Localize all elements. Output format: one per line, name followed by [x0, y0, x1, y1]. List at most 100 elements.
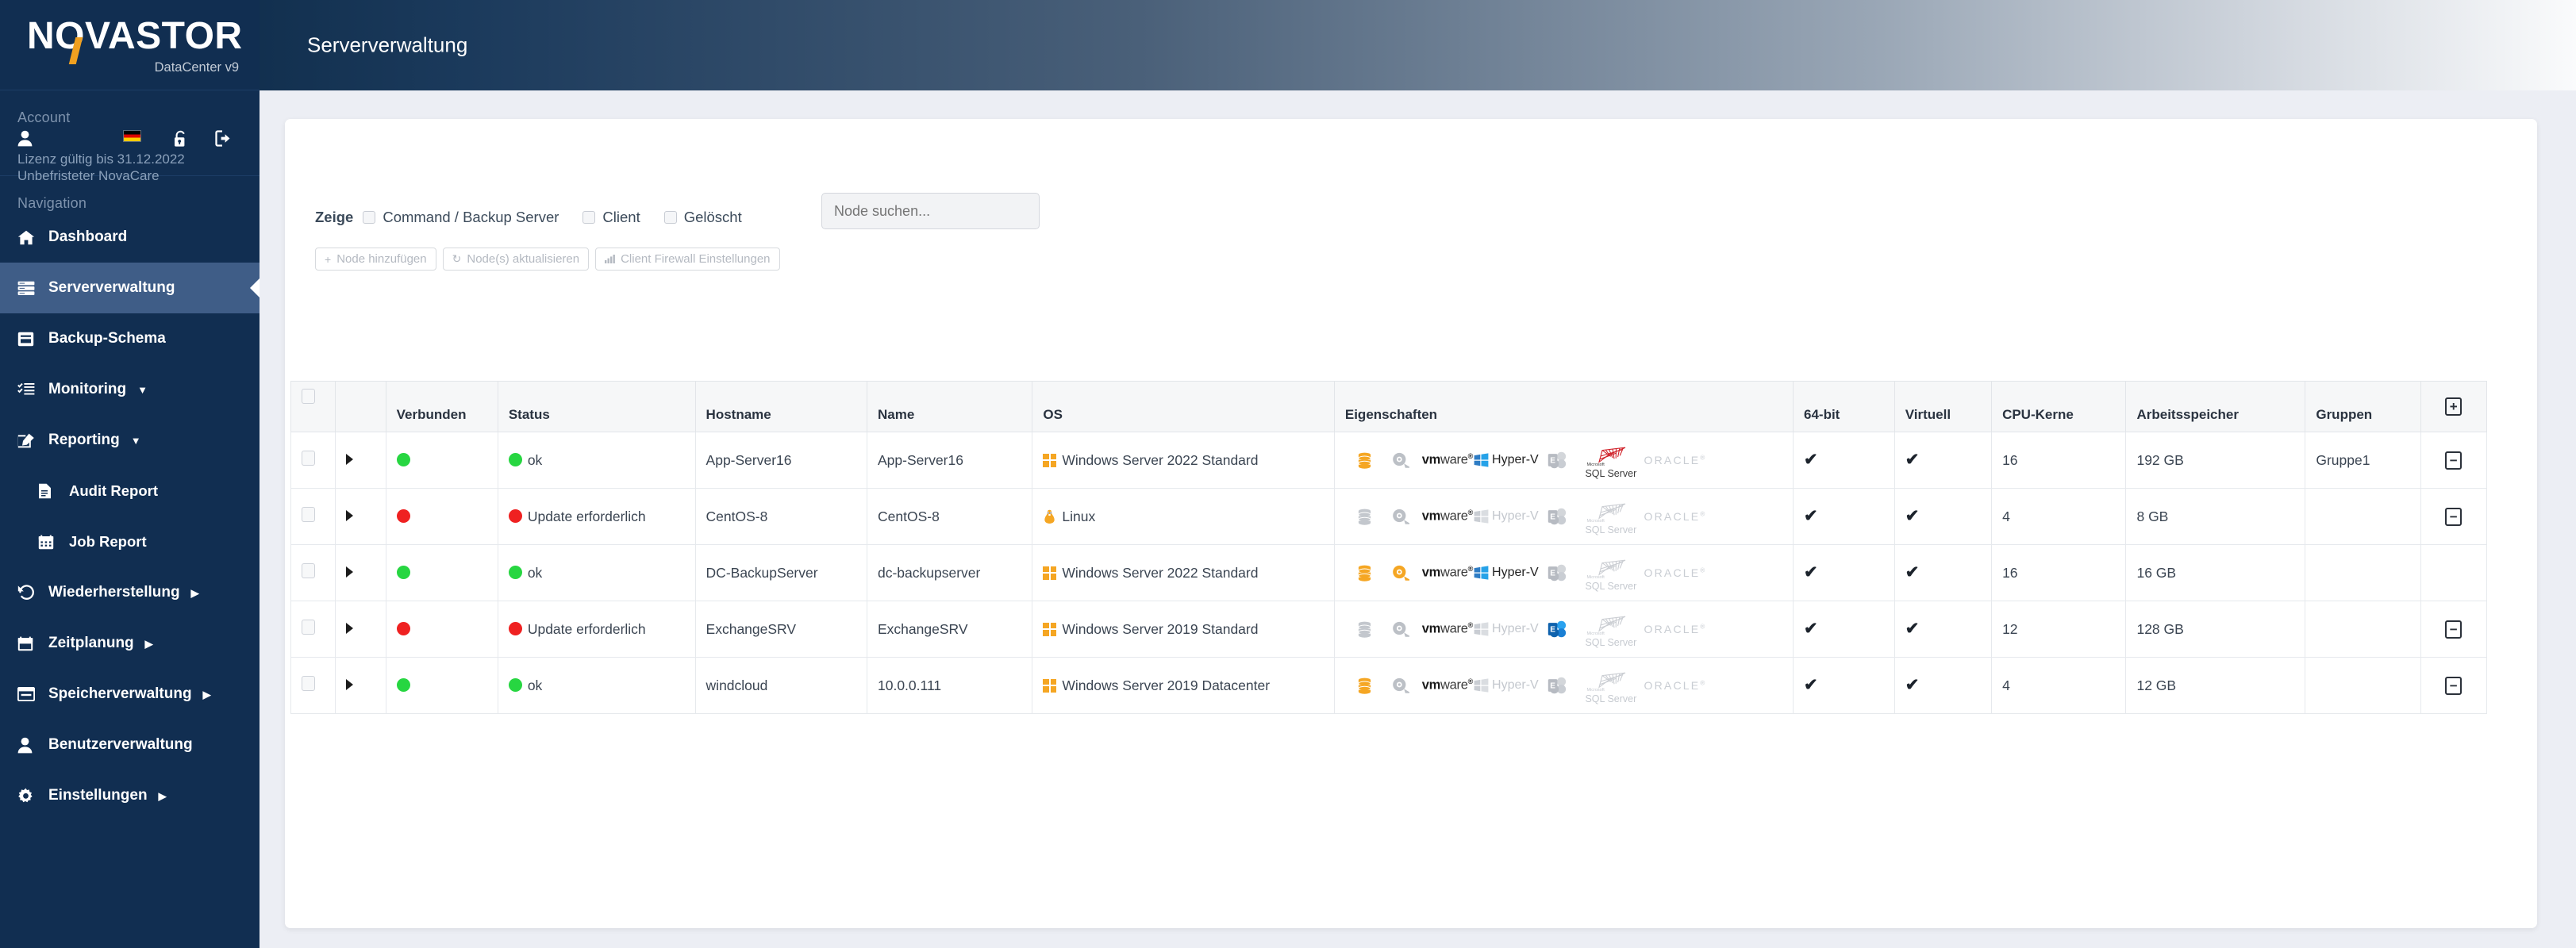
row-expand-cell[interactable] — [335, 432, 386, 489]
exchange-logo[interactable]: E — [1537, 620, 1578, 638]
row-select-checkbox-cell[interactable] — [290, 432, 336, 489]
sidebar-item-monitoring[interactable]: Monitoring ▼ — [0, 364, 260, 415]
checkbox-icon[interactable] — [302, 676, 315, 691]
chevron-right-icon[interactable] — [346, 678, 354, 690]
header-memory[interactable]: Arbeitsspeicher — [2125, 381, 2306, 432]
sqlserver-logo[interactable]: Microsoft SQL Server — [1578, 612, 1644, 647]
sidebar-item-speicherverwaltung[interactable]: Speicherverwaltung ▶ — [0, 669, 260, 720]
sidebar-item-zeitplanung[interactable]: Zeitplanung ▶ — [0, 618, 260, 669]
cell-row-action[interactable]: − — [2420, 601, 2488, 658]
logout-icon[interactable] — [215, 130, 233, 151]
row-select-checkbox-cell[interactable] — [290, 544, 336, 601]
refresh-nodes-button[interactable]: ↻ Node(s) aktualisieren — [442, 248, 590, 271]
minus-box-icon[interactable]: − — [2445, 507, 2463, 526]
add-node-button[interactable]: + Node hinzufügen — [315, 248, 436, 271]
chevron-right-icon[interactable]: ▶ — [145, 639, 153, 649]
filter-client[interactable]: Client — [582, 209, 640, 226]
cell-row-action[interactable]: − — [2420, 657, 2488, 714]
vmware-logo[interactable]: vmware® — [1420, 509, 1475, 524]
plus-box-icon[interactable]: + — [2445, 397, 2463, 416]
cell-row-action[interactable]: − — [2420, 432, 2488, 489]
row-select-checkbox-cell[interactable] — [290, 657, 336, 714]
magnifier-icon[interactable] — [1383, 677, 1420, 693]
header-virtual[interactable]: Virtuell — [1894, 381, 1993, 432]
header-status[interactable]: Status — [497, 381, 696, 432]
checkbox-icon[interactable] — [302, 507, 315, 522]
checkbox-icon[interactable] — [302, 620, 315, 635]
checkbox-icon[interactable] — [363, 211, 376, 224]
sqlserver-logo[interactable]: Microsoft SQL Server — [1578, 556, 1644, 591]
add-column-icon[interactable]: + — [2420, 381, 2488, 432]
chevron-right-icon[interactable]: ▶ — [203, 689, 211, 700]
table-row[interactable]: Update erforderlich ExchangeSRV Exchange… — [290, 601, 2488, 658]
sidebar-item-dashboard[interactable]: Dashboard — [0, 212, 260, 263]
header-connected[interactable]: Verbunden — [385, 381, 498, 432]
oracle-logo[interactable]: ORACLE® — [1644, 510, 1705, 523]
vmware-logo[interactable]: vmware® — [1420, 452, 1475, 468]
database-icon[interactable] — [1347, 565, 1383, 581]
checkbox-icon[interactable] — [663, 211, 677, 224]
row-expand-cell[interactable] — [335, 657, 386, 714]
chevron-right-icon[interactable] — [346, 622, 354, 634]
database-icon[interactable] — [1347, 509, 1383, 525]
row-select-checkbox-cell[interactable] — [290, 488, 336, 545]
magnifier-icon[interactable] — [1383, 565, 1420, 581]
hyperv-logo[interactable]: Hyper-V — [1474, 453, 1539, 467]
row-expand-cell[interactable] — [335, 601, 386, 658]
database-icon[interactable] — [1347, 621, 1383, 638]
row-expand-cell[interactable] — [335, 544, 386, 601]
table-row[interactable]: ok DC-BackupServer dc-backupserver Windo… — [290, 544, 2488, 601]
header-select-all[interactable] — [290, 381, 336, 432]
sqlserver-logo[interactable]: Microsoft SQL Server — [1578, 500, 1644, 535]
oracle-logo[interactable]: ORACLE® — [1644, 566, 1705, 579]
checkbox-icon[interactable] — [582, 211, 596, 224]
sidebar-item-backup-schema[interactable]: Backup-Schema — [0, 313, 260, 364]
vmware-logo[interactable]: vmware® — [1420, 677, 1475, 693]
chevron-right-icon[interactable] — [346, 566, 354, 578]
table-row[interactable]: ok App-Server16 App-Server16 Windows Ser… — [290, 432, 2488, 489]
header-os[interactable]: OS — [1032, 381, 1335, 432]
chevron-down-icon[interactable]: ▼ — [131, 436, 141, 446]
database-icon[interactable] — [1347, 452, 1383, 469]
sidebar-item-einstellungen[interactable]: Einstellungen ▶ — [0, 770, 260, 821]
exchange-logo[interactable]: E — [1537, 564, 1578, 581]
hyperv-logo[interactable]: Hyper-V — [1474, 566, 1539, 580]
vmware-logo[interactable]: vmware® — [1420, 621, 1475, 637]
checkbox-icon[interactable] — [302, 563, 315, 578]
sidebar-item-audit-report[interactable]: Audit Report — [0, 466, 260, 516]
chevron-right-icon[interactable]: ▶ — [159, 791, 167, 801]
oracle-logo[interactable]: ORACLE® — [1644, 679, 1705, 692]
chevron-right-icon[interactable] — [346, 509, 354, 521]
header-name[interactable]: Name — [866, 381, 1033, 432]
oracle-logo[interactable]: ORACLE® — [1644, 454, 1705, 466]
filter-geloescht[interactable]: Gelöscht — [663, 209, 742, 226]
database-icon[interactable] — [1347, 677, 1383, 694]
oracle-logo[interactable]: ORACLE® — [1644, 623, 1705, 635]
sidebar-item-serververwaltung[interactable]: Serververwaltung — [0, 263, 260, 313]
exchange-logo[interactable]: E — [1537, 451, 1578, 469]
minus-box-icon[interactable]: − — [2445, 676, 2463, 695]
magnifier-icon[interactable] — [1383, 452, 1420, 468]
hyperv-logo[interactable]: Hyper-V — [1474, 509, 1539, 524]
header-groups[interactable]: Gruppen — [2305, 381, 2421, 432]
header-64bit[interactable]: 64-bit — [1793, 381, 1895, 432]
search-input[interactable] — [821, 193, 1040, 229]
vmware-logo[interactable]: vmware® — [1420, 565, 1475, 581]
header-hostname[interactable]: Hostname — [694, 381, 868, 432]
sqlserver-logo[interactable]: Microsoft SQL Server — [1578, 443, 1644, 478]
unlock-icon[interactable] — [173, 130, 188, 152]
client-firewall-settings-button[interactable]: Client Firewall Einstellungen — [595, 248, 780, 271]
chevron-right-icon[interactable] — [346, 453, 354, 465]
row-expand-cell[interactable] — [335, 488, 386, 545]
exchange-logo[interactable]: E — [1537, 508, 1578, 525]
user-icon[interactable] — [17, 130, 33, 151]
row-select-checkbox-cell[interactable] — [290, 601, 336, 658]
filter-command-backup-server[interactable]: Command / Backup Server — [363, 209, 559, 226]
header-properties[interactable]: Eigenschaften — [1333, 381, 1794, 432]
hyperv-logo[interactable]: Hyper-V — [1474, 622, 1539, 636]
table-row[interactable]: ok windcloud 10.0.0.111 Windows Server 2… — [290, 657, 2488, 714]
sidebar-item-reporting-real[interactable]: Reporting ▼ — [0, 415, 260, 466]
checkbox-icon[interactable] — [302, 451, 315, 466]
chevron-right-icon[interactable]: ▶ — [191, 588, 199, 598]
chevron-down-icon[interactable]: ▼ — [137, 385, 148, 395]
